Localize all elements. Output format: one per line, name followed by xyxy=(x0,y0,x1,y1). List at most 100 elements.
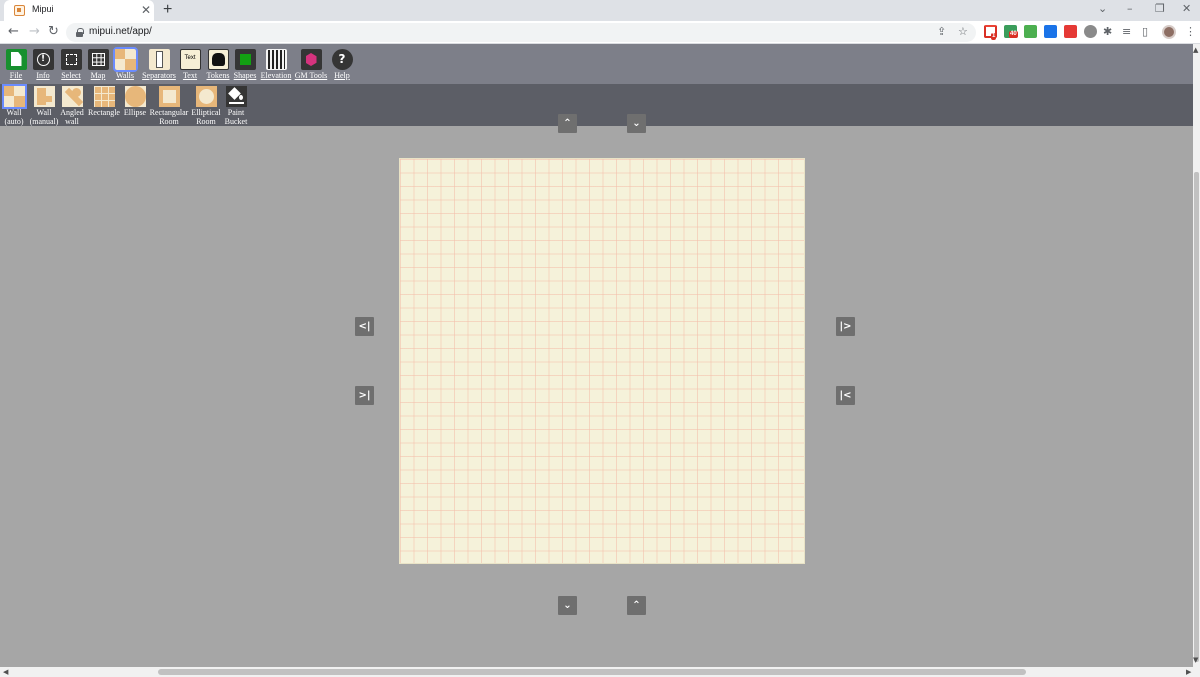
scroll-right-icon[interactable]: ▶ xyxy=(1186,668,1191,676)
extension-badge: 1 xyxy=(991,33,997,40)
text-icon: Text xyxy=(179,49,201,70)
restore-button[interactable]: ❐ xyxy=(1155,2,1165,15)
toolbar-elevation-button[interactable]: Elevation xyxy=(260,49,292,80)
tool-rectangular-room-label-line2: Room xyxy=(159,117,179,126)
toolbar-help-label: Help xyxy=(334,71,350,80)
toolbar-select-label: Select xyxy=(61,71,81,80)
toolbar-separators-label: Separators xyxy=(142,71,176,80)
toolbar-info-button[interactable]: ! Info xyxy=(32,49,54,80)
url-text[interactable]: mipui.net/app/ xyxy=(89,26,152,37)
red-extension-icon[interactable] xyxy=(1064,25,1077,38)
expand-bottom-button[interactable]: ⌄ xyxy=(558,596,577,615)
toolbar-shapes-button[interactable]: Shapes xyxy=(232,49,258,80)
scroll-up-icon[interactable]: ▲ xyxy=(1193,46,1198,54)
reload-button[interactable]: ↻ xyxy=(48,24,59,40)
close-window-button[interactable]: ✕ xyxy=(1182,2,1191,15)
green-extension-icon[interactable] xyxy=(1024,25,1037,38)
share-icon[interactable]: ⇪ xyxy=(937,25,946,38)
tool-wall-auto-button[interactable]: Wall (auto) xyxy=(1,84,27,126)
vertical-scroll-thumb[interactable] xyxy=(1194,172,1199,662)
omnibox[interactable]: mipui.net/app/ ⇪ ☆ xyxy=(66,23,976,42)
toolbar-file-button[interactable]: File xyxy=(5,49,27,80)
new-tab-button[interactable]: + xyxy=(163,1,172,19)
browser-menu-icon[interactable]: ⋮ xyxy=(1185,25,1196,38)
scroll-left-icon[interactable]: ◀ xyxy=(3,668,8,676)
tool-rectangular-room-label: Rectangular xyxy=(149,108,189,117)
tool-rectangular-room-button[interactable]: Rectangular Room xyxy=(149,86,189,126)
toolbar-tokens-button[interactable]: Tokens xyxy=(205,49,231,80)
info-icon: ! xyxy=(32,49,54,70)
wall-auto-icon xyxy=(1,84,27,109)
shrink-bottom-button[interactable]: ⌃ xyxy=(627,596,646,615)
toolbar-file-label: File xyxy=(9,71,23,80)
tool-paint-bucket-label: Paint xyxy=(227,108,245,117)
back-button[interactable]: ← xyxy=(8,24,19,40)
gmail-extension-icon[interactable]: 1 xyxy=(984,25,997,40)
toolbar-map-label: Map xyxy=(90,71,106,80)
map-grid[interactable] xyxy=(399,158,805,564)
side-panel-icon[interactable]: ▯ xyxy=(1142,25,1148,38)
house-extension-icon[interactable]: 40 xyxy=(1004,25,1018,38)
extensions-puzzle-icon[interactable]: ✱ xyxy=(1103,25,1112,38)
blue-extension-icon[interactable] xyxy=(1044,25,1057,38)
tab-search-icon[interactable]: ⌄ xyxy=(1098,2,1107,15)
tokens-icon xyxy=(207,49,229,70)
horizontal-scrollbar[interactable]: ◀ ▶ xyxy=(0,667,1200,677)
tab-close-icon[interactable]: ✕ xyxy=(141,3,151,17)
reading-list-icon[interactable]: ≡ xyxy=(1122,25,1131,38)
separators-icon xyxy=(148,49,170,70)
tool-ellipse-button[interactable]: Ellipse xyxy=(123,86,147,117)
tool-wall-manual-button[interactable]: Wall (manual) xyxy=(29,86,59,126)
paint-bucket-icon xyxy=(225,86,247,107)
profile-avatar[interactable] xyxy=(1162,25,1176,39)
tool-elliptical-room-button[interactable]: Elliptical Room xyxy=(190,86,222,126)
help-icon: ? xyxy=(331,49,353,70)
mipui-favicon-icon xyxy=(14,5,25,16)
expand-top-button[interactable]: ⌃ xyxy=(558,114,577,133)
toolbar-map-button[interactable]: Map xyxy=(87,49,109,80)
tool-wall-manual-label-line2: (manual) xyxy=(29,117,59,126)
bookmark-star-icon[interactable]: ☆ xyxy=(958,25,968,38)
forward-button[interactable]: → xyxy=(29,24,40,40)
browser-tabstrip: Mipui ✕ + ⌄ – ❐ ✕ xyxy=(0,0,1200,21)
toolbar-text-label: Text xyxy=(182,71,198,80)
shrink-top-button[interactable]: ⌄ xyxy=(627,114,646,133)
address-bar: ← → ↻ mipui.net/app/ ⇪ ☆ 1 40 ✱ ≡ ▯ ⋮ xyxy=(0,21,1200,44)
tool-paint-bucket-label-line2: Bucket xyxy=(224,117,248,126)
toolbar-help-button[interactable]: ? Help xyxy=(330,49,354,80)
tool-rectangle-label: Rectangle xyxy=(88,108,120,117)
tool-ellipse-label: Ellipse xyxy=(123,108,147,117)
horizontal-scroll-thumb[interactable] xyxy=(158,669,1026,675)
toolbar-walls-button[interactable]: Walls xyxy=(112,47,138,80)
toolbar-select-button[interactable]: Select xyxy=(59,49,83,80)
expand-right-button[interactable]: |> xyxy=(836,317,855,336)
walls-icon xyxy=(112,47,138,72)
browser-tab[interactable]: Mipui ✕ xyxy=(4,0,154,21)
walls-subtoolbar: Wall (auto) Wall (manual) Angled wall Rectangl… xyxy=(0,84,1193,126)
vertical-scrollbar[interactable]: ▲ ▼ xyxy=(1193,44,1200,667)
minimize-button[interactable]: – xyxy=(1127,2,1133,15)
angled-wall-icon xyxy=(61,86,83,107)
rectangle-icon xyxy=(93,86,115,107)
lock-icon[interactable] xyxy=(76,28,84,37)
wall-manual-icon xyxy=(33,86,55,107)
toolbar-walls-label: Walls xyxy=(115,71,135,80)
tool-rectangle-button[interactable]: Rectangle xyxy=(87,86,121,117)
toolbar-info-label: Info xyxy=(36,71,50,80)
toolbar-shapes-label: Shapes xyxy=(233,71,257,80)
shrink-right-button[interactable]: |< xyxy=(836,386,855,405)
grey-extension-icon[interactable] xyxy=(1084,25,1097,38)
tool-angled-wall-button[interactable]: Angled wall xyxy=(59,86,85,126)
tool-wall-auto-label-line2: (auto) xyxy=(4,117,24,126)
elliptical-room-icon xyxy=(195,86,217,107)
shrink-left-button[interactable]: >| xyxy=(355,386,374,405)
tool-paint-bucket-button[interactable]: Paint Bucket xyxy=(224,86,248,126)
toolbar-text-button[interactable]: Text Text xyxy=(177,49,203,80)
toolbar-gm-tools-button[interactable]: GM Tools xyxy=(293,49,329,80)
scroll-down-icon[interactable]: ▼ xyxy=(1193,656,1198,664)
expand-left-button[interactable]: <| xyxy=(355,317,374,336)
toolbar-separators-button[interactable]: Separators xyxy=(141,49,177,80)
elevation-icon xyxy=(265,49,287,70)
map-icon xyxy=(87,49,109,70)
tool-wall-manual-label: Wall xyxy=(36,108,52,117)
